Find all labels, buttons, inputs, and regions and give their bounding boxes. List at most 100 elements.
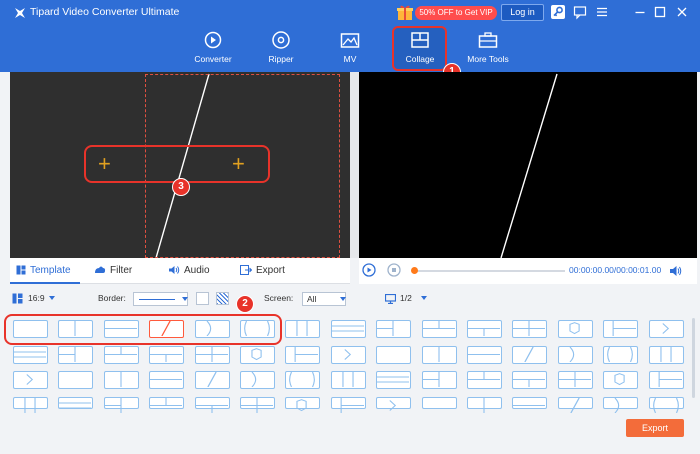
- template-thumbnail[interactable]: [603, 396, 639, 413]
- nav-label: Collage: [405, 54, 435, 64]
- template-thumbnail[interactable]: [285, 371, 321, 389]
- key-icon[interactable]: [551, 5, 565, 19]
- speaker-icon: [169, 266, 180, 274]
- menu-icon[interactable]: [594, 4, 610, 20]
- template-thumbnail[interactable]: [13, 371, 48, 389]
- template-thumbnail[interactable]: [557, 320, 593, 338]
- template-thumbnail[interactable]: [330, 396, 366, 413]
- template-thumbnail[interactable]: [648, 345, 684, 364]
- export-button[interactable]: Export: [626, 419, 684, 437]
- nav-mv[interactable]: MV: [338, 30, 362, 70]
- tab-template[interactable]: Template: [16, 265, 71, 276]
- template-thumbnail[interactable]: [376, 320, 412, 338]
- template-thumbnail[interactable]: [240, 345, 275, 364]
- template-thumbnail[interactable]: [330, 345, 366, 364]
- border-style-dropdown[interactable]: [133, 292, 188, 306]
- border-color-button[interactable]: [196, 292, 209, 305]
- tab-audio[interactable]: Audio: [168, 265, 210, 276]
- nav-ripper[interactable]: Ripper: [264, 30, 298, 70]
- progress-track[interactable]: [413, 270, 565, 272]
- template-thumbnail[interactable]: [648, 371, 684, 389]
- template-thumbnail[interactable]: [194, 396, 230, 413]
- template-thumbnail[interactable]: [240, 371, 275, 389]
- volume-icon[interactable]: [669, 264, 683, 278]
- border-pattern-button[interactable]: [216, 292, 229, 305]
- app-logo-icon: [15, 8, 25, 18]
- nav-label: Ripper: [268, 54, 294, 64]
- template-thumbnail[interactable]: [421, 345, 457, 364]
- template-thumbnail[interactable]: [557, 345, 593, 364]
- template-highlight: [4, 314, 282, 345]
- nav-more-tools[interactable]: More Tools: [466, 30, 510, 70]
- login-button[interactable]: Log in: [501, 4, 544, 21]
- template-thumbnail[interactable]: [194, 371, 230, 389]
- maximize-icon[interactable]: [652, 4, 668, 20]
- template-thumbnail[interactable]: [512, 396, 548, 409]
- template-thumbnail[interactable]: [421, 320, 457, 338]
- template-thumbnail[interactable]: [376, 396, 412, 411]
- template-thumbnail[interactable]: [557, 396, 593, 413]
- nav-converter[interactable]: Converter: [192, 30, 234, 70]
- progress-handle[interactable]: [411, 267, 418, 274]
- template-thumbnail[interactable]: [149, 371, 185, 389]
- minimize-icon[interactable]: [632, 4, 648, 20]
- template-thumbnail[interactable]: [285, 396, 321, 411]
- template-settings: 16:9 Border: Screen: All 1/2 2: [0, 288, 700, 313]
- template-thumbnail[interactable]: [648, 396, 684, 413]
- ripper-icon: [272, 31, 290, 49]
- aspect-ratio-dropdown[interactable]: 16:9: [28, 293, 55, 303]
- preview-divider: [350, 72, 359, 258]
- close-icon[interactable]: [674, 4, 690, 20]
- template-thumbnail[interactable]: [58, 371, 94, 389]
- template-thumbnail[interactable]: [149, 396, 185, 409]
- template-thumbnail[interactable]: [467, 396, 502, 413]
- template-thumbnail[interactable]: [603, 345, 639, 364]
- add-media-highlight: [84, 145, 270, 183]
- tab-label: Audio: [184, 265, 210, 276]
- template-thumbnail[interactable]: [512, 371, 548, 389]
- nav-collage[interactable]: Collage: [402, 30, 438, 70]
- template-thumbnail[interactable]: [603, 320, 639, 338]
- slash-line: [500, 73, 558, 258]
- template-thumbnail[interactable]: [285, 320, 321, 338]
- screen-dropdown[interactable]: All: [302, 292, 346, 306]
- tab-label: Template: [30, 265, 71, 276]
- template-thumbnail[interactable]: [376, 345, 412, 364]
- template-thumbnail[interactable]: [512, 345, 548, 364]
- template-thumbnail[interactable]: [194, 345, 230, 364]
- template-scrollbar[interactable]: [692, 318, 695, 398]
- template-thumbnail[interactable]: [467, 320, 502, 338]
- template-thumbnail[interactable]: [557, 371, 593, 389]
- callout-2: 2: [236, 295, 254, 313]
- template-thumbnail[interactable]: [13, 345, 48, 364]
- template-thumbnail[interactable]: [421, 396, 457, 409]
- vip-label: 50% OFF to Get VIP: [415, 6, 497, 20]
- template-thumbnail[interactable]: [512, 320, 548, 338]
- template-thumbnail[interactable]: [330, 320, 366, 338]
- collage-preview-left[interactable]: + + 3: [10, 72, 350, 258]
- tab-filter[interactable]: Filter: [94, 265, 132, 276]
- template-thumbnail[interactable]: [149, 345, 185, 364]
- feedback-icon[interactable]: [572, 4, 588, 20]
- tab-export[interactable]: Export: [240, 265, 285, 276]
- vip-banner[interactable]: 50% OFF to Get VIP: [396, 4, 500, 21]
- title-bar: Tipard Video Converter Ultimate 50% OFF …: [0, 0, 700, 81]
- template-thumbnail[interactable]: [13, 396, 48, 413]
- template-thumbnail[interactable]: [648, 320, 684, 338]
- template-thumbnail[interactable]: [240, 396, 275, 413]
- template-thumbnail[interactable]: [103, 396, 139, 413]
- stop-icon[interactable]: [387, 263, 401, 277]
- template-thumbnail[interactable]: [603, 371, 639, 389]
- template-thumbnail[interactable]: [467, 345, 502, 364]
- template-thumbnail[interactable]: [467, 371, 502, 389]
- template-thumbnail[interactable]: [376, 371, 412, 389]
- template-thumbnail[interactable]: [285, 345, 321, 364]
- template-thumbnail[interactable]: [103, 371, 139, 389]
- template-thumbnail[interactable]: [58, 396, 94, 409]
- play-icon[interactable]: [362, 263, 376, 277]
- template-thumbnail[interactable]: [58, 345, 94, 364]
- template-thumbnail[interactable]: [103, 345, 139, 364]
- page-selector[interactable]: 1/2: [400, 293, 427, 303]
- template-thumbnail[interactable]: [330, 371, 366, 389]
- template-thumbnail[interactable]: [421, 371, 457, 389]
